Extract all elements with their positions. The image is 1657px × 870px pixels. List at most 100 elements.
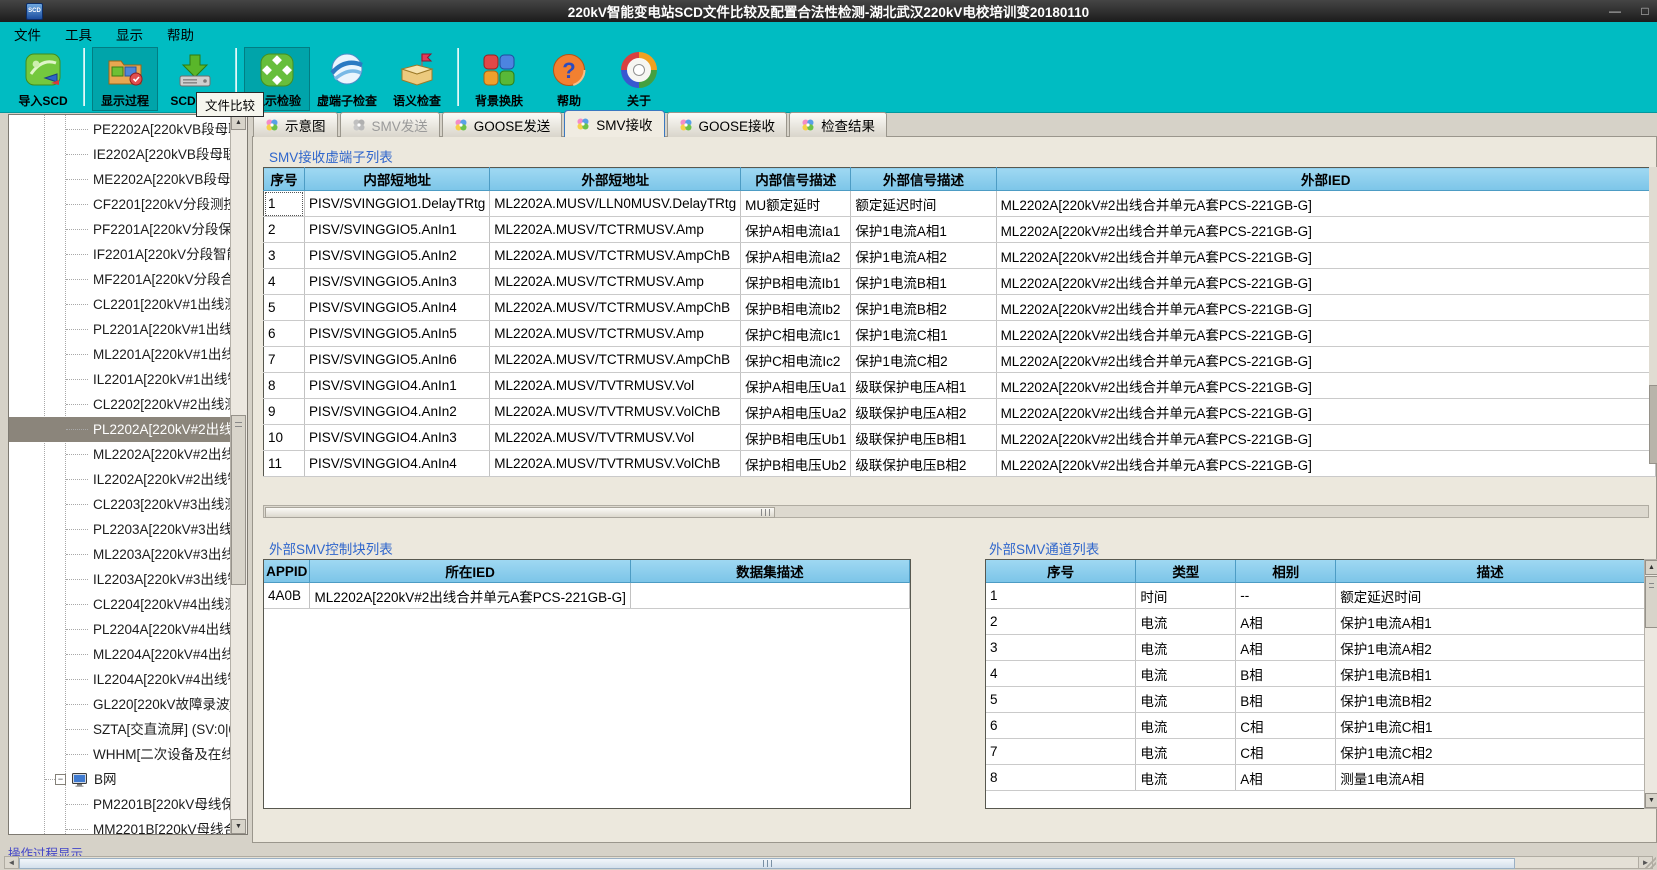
table-row[interactable]: 6电流C相保护1电流C相1	[986, 713, 1645, 739]
tree-item[interactable]: ML2202A[220kV#2出线...	[9, 442, 231, 467]
tab-schematic[interactable]: 示意图	[253, 112, 338, 137]
tree-item[interactable]: IF2201A[220kV分段智能...	[9, 242, 231, 267]
table-row[interactable]: 9PISV/SVINGGIO4.AnIn2ML2202A.MUSV/TVTRMU…	[264, 399, 1656, 425]
tab-goose-receive[interactable]: GOOSE接收	[667, 112, 788, 137]
scroll-down-arrow-icon[interactable]: ▼	[1645, 793, 1657, 808]
tree-item[interactable]: PL2201A[220kV#1出线保...	[9, 317, 231, 342]
column-header[interactable]: 外部短地址	[490, 168, 741, 191]
table-row[interactable]: 4PISV/SVINGGIO5.AnIn3ML2202A.MUSV/TCTRMU…	[264, 269, 1656, 295]
main-table-hscrollbar-thumb[interactable]	[265, 507, 775, 518]
channel-table-scrollbar[interactable]: ▲ ▼	[1644, 559, 1657, 809]
background-skin-button[interactable]: 背景换肤	[466, 47, 532, 111]
menu-help[interactable]: 帮助	[167, 24, 194, 44]
tree-item[interactable]: ME2202A[220kVB段母联...	[9, 167, 231, 192]
column-header[interactable]: 外部IED	[996, 168, 1655, 191]
table-row[interactable]: 1时间--额定延迟时间	[986, 583, 1645, 609]
tab-smv-send[interactable]: SMV发送	[340, 112, 440, 137]
tree-item[interactable]: ML2201A[220kV#1出线...	[9, 342, 231, 367]
main-table-vertical-scrollbar[interactable]	[1649, 167, 1657, 464]
tree-item[interactable]: CL2202[220kV#2出线测...	[9, 392, 231, 417]
tab-check-result[interactable]: 检查结果	[789, 112, 887, 137]
table-row[interactable]: 3电流A相保护1电流A相2	[986, 635, 1645, 661]
tree-item[interactable]: PF2201A[220kV分段保护...	[9, 217, 231, 242]
table-row[interactable]: 6PISV/SVINGGIO5.AnIn5ML2202A.MUSV/TCTRMU…	[264, 321, 1656, 347]
column-header[interactable]: 内部短地址	[304, 168, 489, 191]
table-row[interactable]: 5PISV/SVINGGIO5.AnIn4ML2202A.MUSV/TCTRMU…	[264, 295, 1656, 321]
tree-item[interactable]: IL2202A[220kV#2出线智...	[9, 467, 231, 492]
column-header[interactable]: 序号	[986, 560, 1136, 583]
collapse-toggle-icon[interactable]: −	[55, 774, 66, 785]
tree-item[interactable]: PL2202A[220kV#2出线保...	[9, 417, 231, 442]
column-header[interactable]: 外部信号描述	[851, 168, 996, 191]
scroll-up-arrow-icon[interactable]: ▲	[1645, 560, 1657, 575]
column-header[interactable]: 序号	[264, 168, 305, 191]
menu-file[interactable]: 文件	[14, 24, 41, 44]
tree-item[interactable]: IL2201A[220kV#1出线智...	[9, 367, 231, 392]
tree-item[interactable]: IL2203A[220kV#3出线智...	[9, 567, 231, 592]
tree-item[interactable]: MM2201B[220kV母线合...	[9, 817, 231, 834]
about-button[interactable]: 关于	[606, 47, 672, 111]
table-row[interactable]: 7电流C相保护1电流C相2	[986, 739, 1645, 765]
menu-tools[interactable]: 工具	[65, 24, 92, 44]
table-row[interactable]: 2PISV/SVINGGIO5.AnIn1ML2202A.MUSV/TCTRMU…	[264, 217, 1656, 243]
table-row[interactable]: 5电流B相保护1电流B相2	[986, 687, 1645, 713]
scroll-down-arrow-icon[interactable]: ▼	[231, 819, 246, 834]
bottom-horizontal-scrollbar[interactable]: ◄ ►	[4, 856, 1653, 869]
table-row[interactable]: 8PISV/SVINGGIO4.AnIn1ML2202A.MUSV/TVTRMU…	[264, 373, 1656, 399]
tree-item[interactable]: MF2201A[220kV分段合...	[9, 267, 231, 292]
tree-item[interactable]: ML2204A[220kV#4出线...	[9, 642, 231, 667]
maximize-button[interactable]: □	[1637, 4, 1653, 18]
main-table-scrollbar-thumb[interactable]	[1649, 385, 1657, 464]
column-header[interactable]: 描述	[1336, 560, 1645, 583]
scroll-left-arrow-icon[interactable]: ◄	[5, 857, 19, 868]
tree-item[interactable]: SZTA[交直流屏] (SV:0|0,G...	[9, 717, 231, 742]
tree-item[interactable]: PM2201B[220kV母线保...	[9, 792, 231, 817]
table-row[interactable]: 4电流B相保护1电流B相1	[986, 661, 1645, 687]
menu-view[interactable]: 显示	[116, 24, 143, 44]
table-row[interactable]: 3PISV/SVINGGIO5.AnIn2ML2202A.MUSV/TCTRMU…	[264, 243, 1656, 269]
table-row[interactable]: 2电流A相保护1电流A相1	[986, 609, 1645, 635]
tree-item[interactable]: WHHM[二次设备及在线...	[9, 742, 231, 767]
tree-item[interactable]: CL2203[220kV#3出线测...	[9, 492, 231, 517]
tree-item[interactable]: CL2201[220kV#1出线测...	[9, 292, 231, 317]
tree-item[interactable]: ML2203A[220kV#3出线...	[9, 542, 231, 567]
table-row[interactable]: 4A0BML2202A[220kV#2出线合并单元A套PCS-221GB-G]	[264, 583, 910, 609]
semantic-check-label: 语义检查	[393, 92, 441, 109]
tree-item[interactable]: CF2201[220kV分段测控P...	[9, 192, 231, 217]
tree-scrollbar[interactable]: ▲ ▼	[230, 115, 247, 834]
column-header[interactable]: APPID	[264, 560, 310, 583]
import-scd-button[interactable]: 导入SCD	[10, 47, 76, 111]
table-row[interactable]: 10PISV/SVINGGIO4.AnIn3ML2202A.MUSV/TVTRM…	[264, 425, 1656, 451]
tree-item[interactable]: PL2203A[220kV#3出线保...	[9, 517, 231, 542]
tree-item[interactable]: PL2204A[220kV#4出线保...	[9, 617, 231, 642]
tree-item[interactable]: PE2202A[220kVB段母联...	[9, 117, 231, 142]
tree-item[interactable]: GL220[220kV故障录波] (...	[9, 692, 231, 717]
column-header[interactable]: 类型	[1136, 560, 1236, 583]
help-button[interactable]: ?帮助	[536, 47, 602, 111]
tree-scrollbar-thumb[interactable]	[231, 415, 246, 585]
table-row[interactable]: 1PISV/SVINGGIO1.DelayTRtgML2202A.MUSV/LL…	[264, 191, 1656, 217]
table-row[interactable]: 8电流A相测量1电流A相	[986, 765, 1645, 791]
column-header[interactable]: 相别	[1236, 560, 1336, 583]
window-resize-grip[interactable]	[1644, 857, 1656, 869]
column-header[interactable]: 数据集描述	[630, 560, 909, 583]
channel-scrollbar-thumb[interactable]	[1645, 576, 1657, 628]
tree-item[interactable]: CL2204[220kV#4出线测...	[9, 592, 231, 617]
virtual-terminal-check-label: 虚端子检查	[317, 92, 377, 109]
main-table-horizontal-scrollbar[interactable]	[263, 505, 1649, 518]
bottom-scrollbar-thumb[interactable]	[19, 858, 1515, 869]
tab-smv-receive[interactable]: SMV接收	[564, 110, 664, 137]
tree-node-bnet[interactable]: −B网	[9, 767, 231, 792]
column-header[interactable]: 所在IED	[310, 560, 630, 583]
column-header[interactable]: 内部信号描述	[741, 168, 851, 191]
tree-item[interactable]: IL2204A[220kV#4出线智...	[9, 667, 231, 692]
tree-item[interactable]: IE2202A[220kVB段母联...	[9, 142, 231, 167]
table-row[interactable]: 11PISV/SVINGGIO4.AnIn4ML2202A.MUSV/TVTRM…	[264, 451, 1656, 477]
tab-goose-send[interactable]: GOOSE发送	[442, 112, 563, 137]
virtual-terminal-check-button[interactable]: 虚端子检查	[314, 47, 380, 111]
table-row[interactable]: 7PISV/SVINGGIO5.AnIn6ML2202A.MUSV/TCTRMU…	[264, 347, 1656, 373]
semantic-check-button[interactable]: 语义检查	[384, 47, 450, 111]
scroll-up-arrow-icon[interactable]: ▲	[231, 115, 246, 130]
display-process-button[interactable]: 显示过程	[92, 47, 158, 111]
minimize-button[interactable]: —	[1607, 4, 1623, 18]
